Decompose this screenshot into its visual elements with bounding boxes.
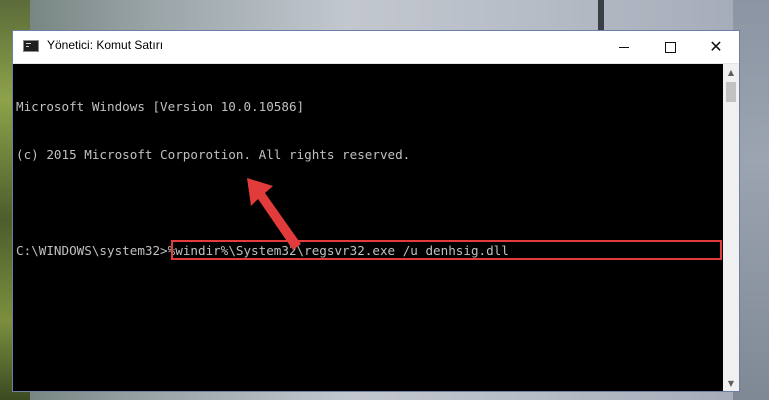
minimize-icon bbox=[619, 46, 629, 48]
red-arrow-icon bbox=[247, 178, 301, 250]
console-line: Microsoft Windows [Version 10.0.10586] bbox=[16, 99, 305, 114]
scroll-thumb[interactable] bbox=[726, 82, 736, 102]
console-output[interactable]: Microsoft Windows [Version 10.0.10586] (… bbox=[13, 64, 723, 391]
minimize-button[interactable] bbox=[601, 31, 647, 63]
maximize-button[interactable] bbox=[647, 31, 693, 63]
scroll-down-icon[interactable]: ▼ bbox=[723, 375, 739, 391]
close-icon: ✕ bbox=[709, 37, 723, 56]
cmd-icon bbox=[23, 40, 39, 52]
title-bar[interactable]: Yönetici: Komut Satırı ✕ bbox=[13, 31, 739, 64]
window-title: Yönetici: Komut Satırı bbox=[47, 38, 164, 52]
close-button[interactable]: ✕ bbox=[693, 31, 739, 63]
maximize-icon bbox=[664, 41, 676, 53]
vertical-scrollbar[interactable]: ▲ ▼ bbox=[723, 64, 739, 391]
console-line: (c) 2015 Microsoft Corporotion. All righ… bbox=[16, 147, 411, 162]
command-line[interactable]: C:\WINDOWS\system32>%windir%\System32\re… bbox=[16, 240, 723, 260]
command-prompt-window: Yönetici: Komut Satırı ✕ Microsoft Windo… bbox=[12, 30, 740, 392]
scroll-up-icon[interactable]: ▲ bbox=[723, 64, 739, 80]
command-prompt: C:\WINDOWS\system32> bbox=[16, 243, 168, 258]
